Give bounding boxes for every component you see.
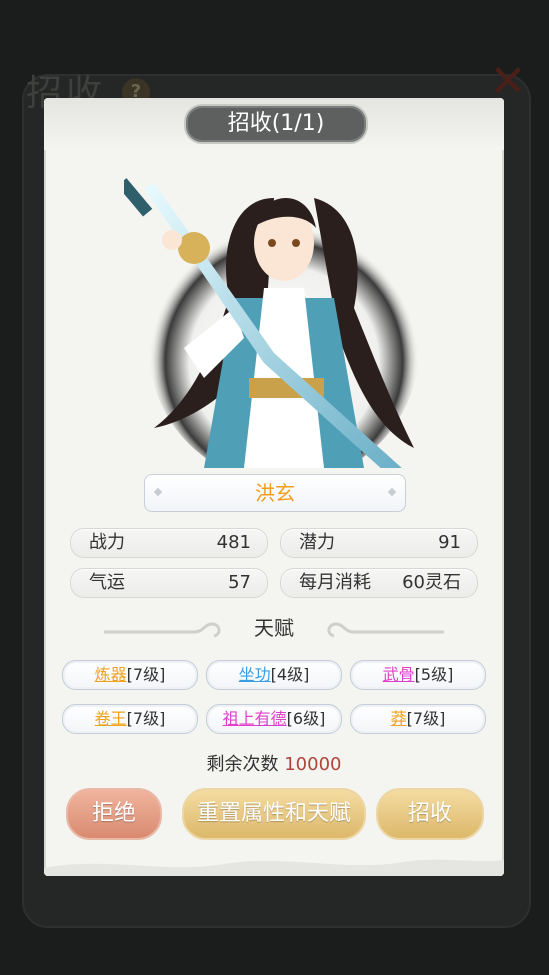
stat-value: 60灵石 <box>402 572 461 593</box>
stat-value: 481 <box>216 532 251 553</box>
talent-name: 炼器 <box>94 665 127 684</box>
stat-monthly-cost: 每月消耗 60灵石 <box>280 568 478 598</box>
talent-chip[interactable]: 坐功[4级] <box>206 660 342 690</box>
talent-name: 莽 <box>390 709 407 728</box>
diamond-icon <box>153 487 163 497</box>
stat-label: 每月消耗 <box>299 572 371 593</box>
character-portrait <box>117 178 424 498</box>
character-name: 洪玄 <box>144 474 406 512</box>
talent-name: 坐功 <box>238 665 271 684</box>
talent-level: [4级] <box>270 665 310 684</box>
talent-chip[interactable]: 卷王[7级] <box>62 704 198 734</box>
cloud-divider-left <box>104 622 221 638</box>
talent-level: [7级] <box>126 709 166 728</box>
talent-name: 卷王 <box>94 709 127 728</box>
stat-potential: 潜力 91 <box>280 528 478 558</box>
stat-value: 57 <box>228 572 251 593</box>
talent-level: [7级] <box>406 709 446 728</box>
character-name-text: 洪玄 <box>255 481 295 505</box>
stat-combat-power: 战力 481 <box>70 528 268 558</box>
stat-label: 气运 <box>89 572 125 593</box>
talent-heading: 天赋 <box>254 616 294 640</box>
talent-name: 武骨 <box>382 665 415 684</box>
talent-chip[interactable]: 炼器[7级] <box>62 660 198 690</box>
diamond-icon <box>387 487 397 497</box>
talent-name: 祖上有德 <box>222 709 287 728</box>
remaining-attempts: 剩余次数 10000 <box>44 750 504 776</box>
remaining-label: 剩余次数 <box>206 754 279 775</box>
talent-level: [6级] <box>286 709 326 728</box>
reject-button[interactable]: 拒绝 <box>66 788 162 840</box>
talent-level: [7级] <box>126 665 166 684</box>
stat-value: 91 <box>438 532 461 553</box>
dialog-title: 招收(1/1) <box>184 104 368 144</box>
recruit-button[interactable]: 招收 <box>376 788 484 840</box>
bottom-cloud-decoration <box>44 859 504 876</box>
talent-chip[interactable]: 祖上有德[6级] <box>206 704 342 734</box>
recruit-dialog: 招收(1/1) 洪玄 战力 481 潜力 91 气运 57 每月消耗 60灵石 … <box>44 98 504 876</box>
stat-label: 战力 <box>89 532 125 553</box>
cloud-divider-right <box>327 622 444 638</box>
top-resource-bar <box>0 0 549 70</box>
talent-level: [5级] <box>414 665 454 684</box>
reset-attributes-button[interactable]: 重置属性和天赋 <box>182 788 366 840</box>
remaining-count: 10000 <box>284 754 342 775</box>
talent-chip[interactable]: 武骨[5级] <box>350 660 486 690</box>
stat-luck: 气运 57 <box>70 568 268 598</box>
talent-chip[interactable]: 莽[7级] <box>350 704 486 734</box>
stat-label: 潜力 <box>299 532 335 553</box>
